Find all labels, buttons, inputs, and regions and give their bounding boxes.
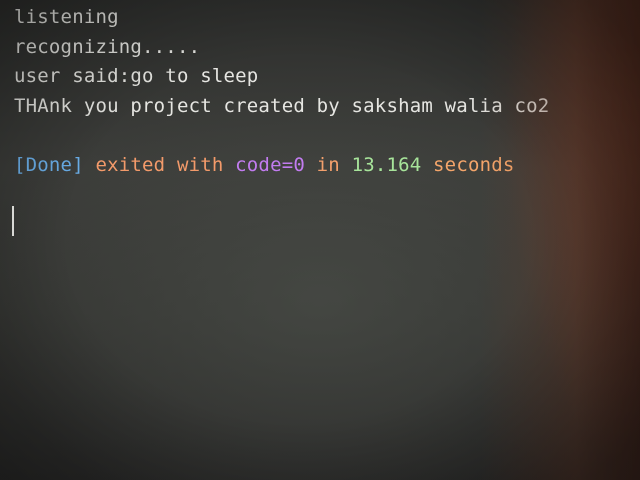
terminal-line: THAnk you project created by saksham wal…: [14, 95, 550, 117]
terminal-line: listening: [14, 6, 119, 28]
terminal-line: recognizing.....: [14, 36, 201, 58]
duration-unit: seconds: [433, 154, 515, 176]
duration-value: 13.164: [351, 154, 422, 176]
in-text: in: [316, 154, 340, 176]
exit-code: code=0: [235, 154, 305, 176]
terminal-output[interactable]: listening recognizing..... user said:go …: [0, 0, 640, 480]
terminal-line: user said:go to sleep: [14, 65, 259, 87]
exited-with-text: exited with: [95, 154, 224, 176]
done-label: [Done]: [14, 154, 84, 176]
text-cursor: [12, 206, 14, 236]
exit-status-line: [Done] exited with code=0 in 13.164 seco…: [14, 154, 515, 176]
